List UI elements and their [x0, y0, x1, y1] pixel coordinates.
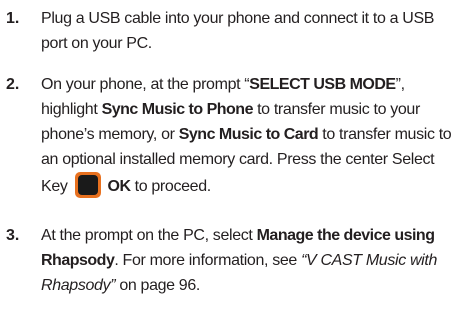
step-text: Plug a USB cable into your phone and con… [41, 6, 471, 56]
text-run: phone’s memory, or [41, 126, 179, 143]
text-run: . For more information, see [114, 252, 302, 269]
step-number: 1. [6, 10, 20, 27]
step-line: phone’s memory, or Sync Music to Card to… [41, 122, 471, 147]
step-line: Plug a USB cable into your phone and con… [41, 10, 435, 27]
text-run: ”, [395, 76, 405, 93]
page-reference: on page 96. [115, 277, 201, 294]
ok-key-label: OK [107, 178, 132, 195]
step-line: Rhapsody. For more information, see “V C… [41, 248, 471, 273]
text-run: Key [41, 178, 68, 195]
select-key-icon [74, 172, 101, 198]
step-line: Key OK to proceed. [41, 172, 471, 198]
step-line: At the prompt on the PC, select Manage t… [41, 223, 471, 248]
text-run: On your phone, at the prompt “ [41, 76, 250, 93]
step-line: On your phone, at the prompt “SELECT USB… [41, 72, 471, 97]
text-run: At the prompt on the PC, select [41, 227, 257, 244]
step-line: an optional installed memory card. Press… [41, 151, 435, 168]
text-run: to transfer music to [318, 126, 452, 143]
cross-reference: Rhapsody” [41, 277, 116, 294]
option-sync-music-to-card: Sync Music to Card [178, 126, 319, 143]
prompt-select-usb-mode: SELECT USB MODE [249, 76, 396, 93]
instruction-document: 1. Plug a USB cable into your phone and … [0, 0, 472, 311]
step-line: port on your PC. [41, 35, 152, 52]
step-number: 2. [6, 76, 20, 93]
step-text: At the prompt on the PC, select Manage t… [41, 223, 471, 298]
text-run: to proceed. [130, 178, 212, 195]
step-text: On your phone, at the prompt “SELECT USB… [41, 72, 471, 198]
option-rhapsody: Rhapsody [41, 252, 115, 269]
text-run: highlight [41, 101, 102, 118]
step-line: Rhapsody” on page 96. [41, 273, 471, 298]
option-manage-device: Manage the device using [256, 227, 435, 244]
text-run: to transfer music to your [252, 101, 420, 118]
step-number: 3. [6, 227, 20, 244]
step-line: highlight Sync Music to Phone to transfe… [41, 97, 471, 122]
option-sync-music-to-phone: Sync Music to Phone [101, 101, 254, 118]
cross-reference: “V CAST Music with [301, 252, 438, 269]
